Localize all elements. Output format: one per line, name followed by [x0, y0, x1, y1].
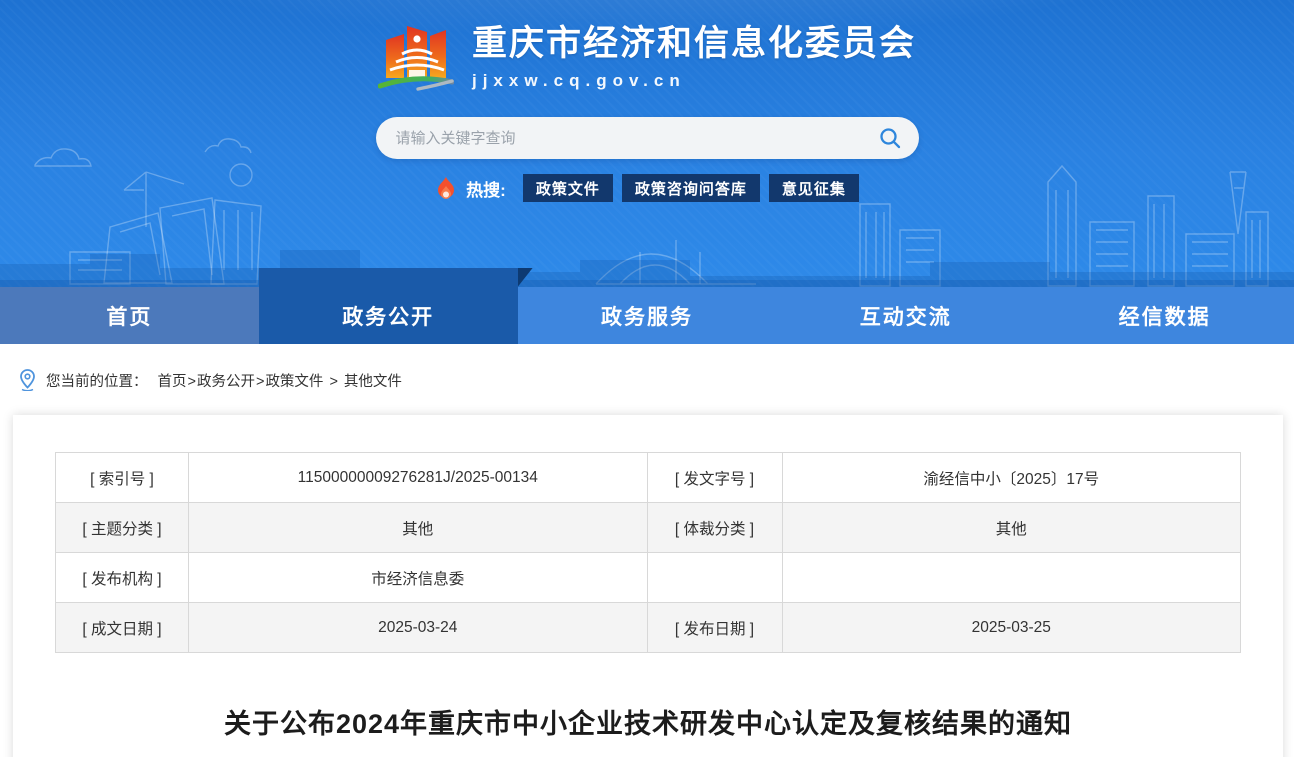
meta-value-cell [782, 553, 1241, 603]
breadcrumb-link-2[interactable]: 政务公开 [197, 374, 255, 390]
site-url: jjxxw.cq.gov.cn [472, 71, 916, 91]
nav-item-label: 经信数据 [1119, 301, 1211, 331]
nav-item-4[interactable]: 互动交流 [776, 287, 1035, 344]
breadcrumb-link-3[interactable]: 政策文件 [265, 374, 323, 390]
site-logo-title[interactable]: 重庆市经济和信息化委员会 jjxxw.cq.gov.cn [0, 0, 1294, 94]
meta-value-cell: 2025-03-24 [189, 603, 648, 653]
meta-label-cell: [ 发布机构 ] [56, 553, 189, 603]
site-title: 重庆市经济和信息化委员会 [472, 24, 916, 64]
breadcrumb-trail: 首页>政务公开>政策文件>其他文件 [158, 370, 402, 391]
site-logo-icon [378, 16, 454, 94]
nav-item-3[interactable]: 政务服务 [518, 287, 777, 344]
nav-item-label: 政务服务 [601, 301, 693, 331]
meta-value-cell: 渝经信中小〔2025〕17号 [782, 453, 1241, 503]
hot-search-button-3[interactable]: 意见征集 [769, 174, 859, 202]
search-icon [878, 126, 902, 150]
breadcrumb-separator: > [256, 374, 264, 390]
table-row: [ 主题分类 ]其他[ 体裁分类 ]其他 [56, 503, 1241, 553]
breadcrumb-link-1[interactable]: 首页 [158, 374, 187, 390]
flame-icon [435, 176, 457, 200]
table-row: [ 成文日期 ]2025-03-24[ 发布日期 ]2025-03-25 [56, 603, 1241, 653]
table-row: [ 索引号 ]11500000009276281J/2025-00134[ 发文… [56, 453, 1241, 503]
main-nav: 首页 政务公开 政务服务 互动交流 经信数据 [0, 287, 1294, 344]
table-row: [ 发布机构 ]市经济信息委 [56, 553, 1241, 603]
meta-label-cell: [ 体裁分类 ] [647, 503, 782, 553]
search-bar[interactable] [376, 117, 919, 159]
breadcrumb: 您当前的位置： 首页>政务公开>政策文件>其他文件 [0, 344, 1294, 391]
hot-search-row: 热搜: 政策文件政策咨询问答库意见征集 [0, 174, 1294, 202]
document-card: [ 索引号 ]11500000009276281J/2025-00134[ 发文… [13, 415, 1283, 757]
search-button[interactable] [877, 125, 903, 151]
meta-label-cell: [ 发文字号 ] [647, 453, 782, 503]
article-title: 关于公布2024年重庆市中小企业技术研发中心认定及复核结果的通知 [13, 702, 1283, 741]
banner: 重庆市经济和信息化委员会 jjxxw.cq.gov.cn [0, 0, 1294, 287]
meta-value-cell: 2025-03-25 [782, 603, 1241, 653]
hot-search-label: 热搜: [466, 176, 506, 201]
meta-label-cell: [ 主题分类 ] [56, 503, 189, 553]
document-meta-table: [ 索引号 ]11500000009276281J/2025-00134[ 发文… [55, 452, 1241, 653]
nav-item-label: 首页 [106, 301, 152, 331]
breadcrumb-label: 您当前的位置： [46, 370, 148, 391]
meta-label-cell: [ 发布日期 ] [647, 603, 782, 653]
meta-value-cell: 市经济信息委 [189, 553, 648, 603]
meta-label-cell [647, 553, 782, 603]
nav-item-1[interactable]: 首页 [0, 287, 259, 344]
location-pin-icon [18, 369, 37, 391]
nav-item-label: 政务公开 [342, 301, 434, 331]
meta-label-cell: [ 索引号 ] [56, 453, 189, 503]
nav-item-label: 互动交流 [860, 301, 952, 331]
hot-search-button-2[interactable]: 政策咨询问答库 [622, 174, 760, 202]
meta-label-cell: [ 成文日期 ] [56, 603, 189, 653]
nav-item-2[interactable]: 政务公开 [259, 287, 518, 344]
breadcrumb-separator: > [329, 374, 337, 390]
meta-value-cell: 其他 [782, 503, 1241, 553]
search-input[interactable] [396, 130, 877, 147]
breadcrumb-separator: > [188, 374, 196, 390]
breadcrumb-link-4[interactable]: 其他文件 [344, 374, 402, 390]
nav-item-5[interactable]: 经信数据 [1035, 287, 1294, 344]
hot-search-button-1[interactable]: 政策文件 [523, 174, 613, 202]
meta-value-cell: 其他 [189, 503, 648, 553]
hot-search-buttons: 政策文件政策咨询问答库意见征集 [523, 174, 859, 202]
meta-value-cell: 11500000009276281J/2025-00134 [189, 453, 648, 503]
